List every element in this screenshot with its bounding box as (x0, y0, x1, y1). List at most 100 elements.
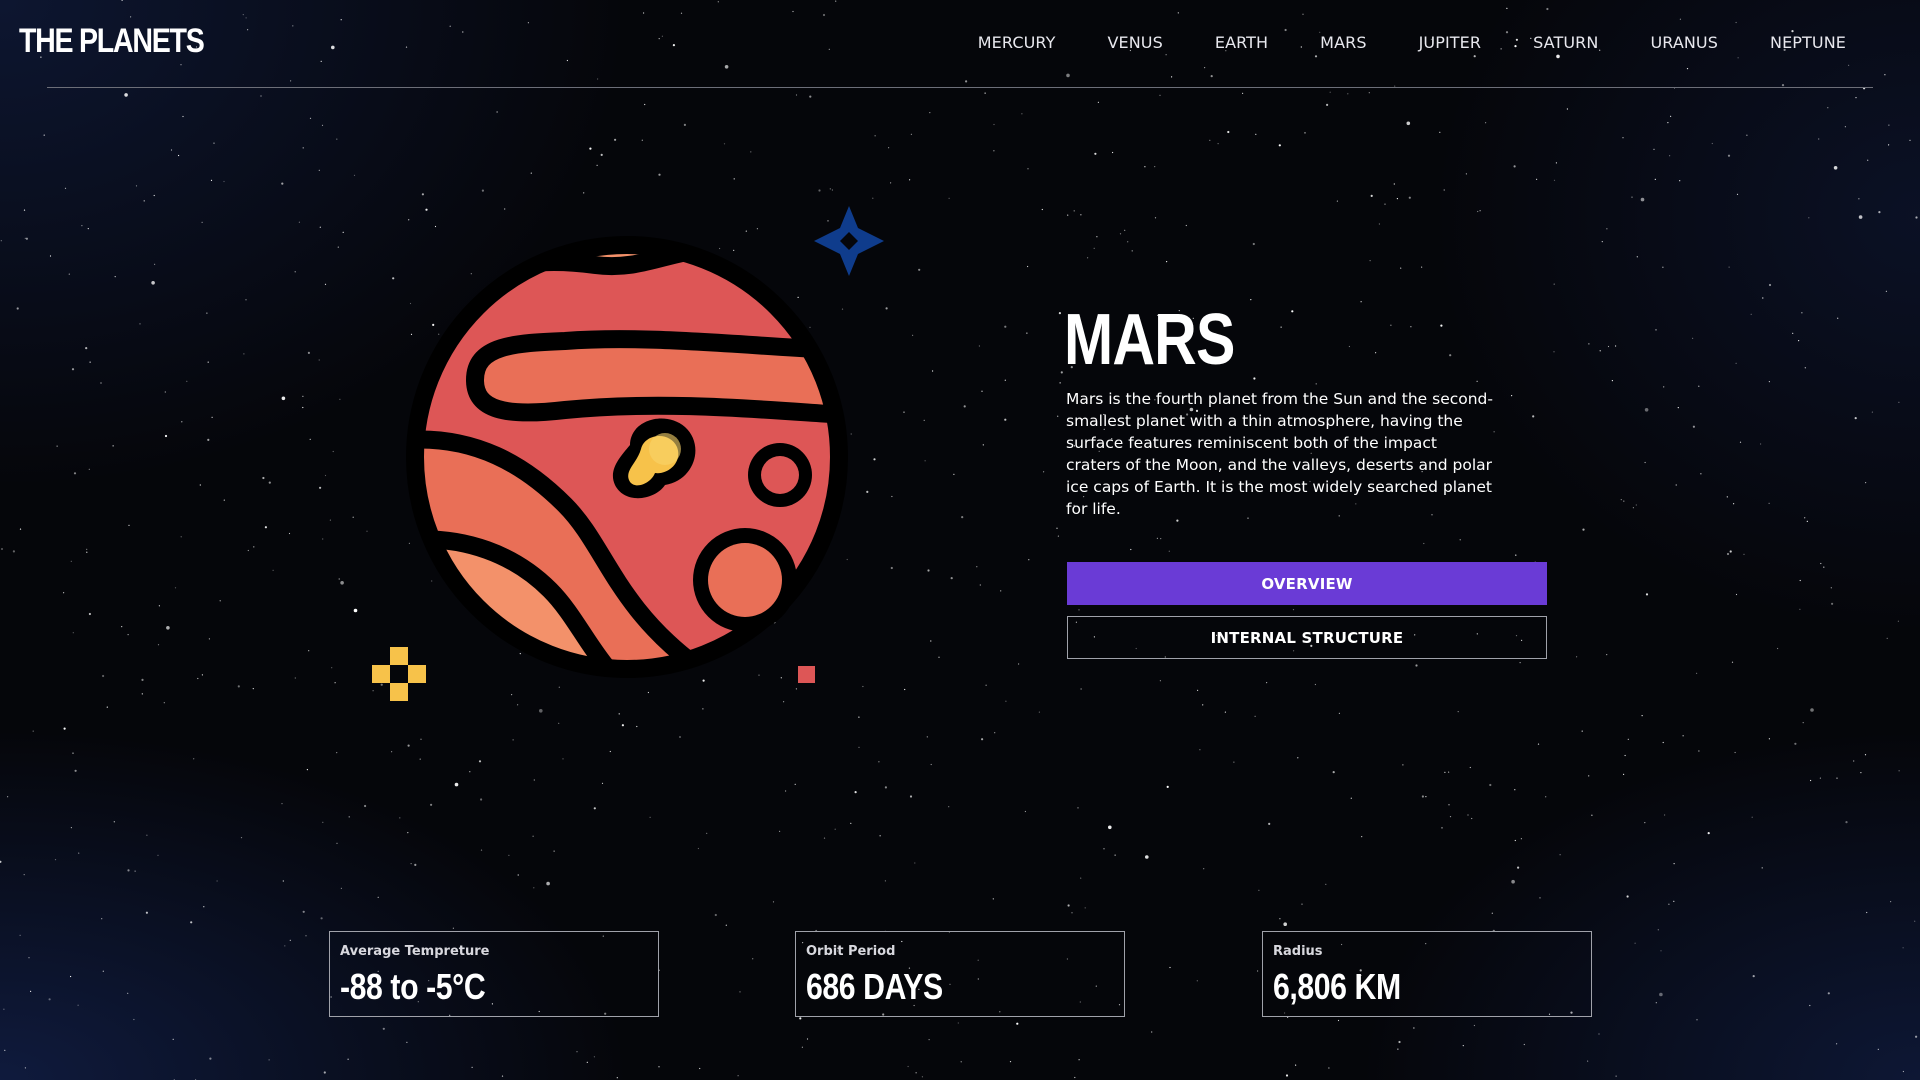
star (984, 92, 986, 94)
star (1073, 210, 1075, 212)
star (1631, 196, 1633, 198)
star (1159, 680, 1161, 682)
star (332, 450, 334, 453)
star (73, 472, 77, 475)
star (558, 722, 560, 724)
star (68, 273, 70, 275)
star (157, 854, 159, 856)
star (127, 634, 129, 636)
site-logo[interactable]: THE PLANETS (19, 22, 205, 61)
star (1853, 760, 1855, 762)
star (1, 548, 3, 550)
star (616, 1077, 618, 1079)
star (809, 95, 812, 98)
star (957, 1022, 959, 1024)
star (1406, 121, 1411, 126)
star (324, 474, 327, 477)
star (1301, 903, 1303, 905)
star (1798, 340, 1800, 342)
star (1423, 542, 1425, 545)
star (89, 361, 91, 363)
star (533, 887, 535, 889)
star (1347, 93, 1349, 95)
nav-item-neptune[interactable]: NEPTUNE (1770, 33, 1846, 52)
star (63, 592, 65, 594)
star (223, 180, 225, 183)
star (1059, 382, 1061, 384)
star (772, 901, 775, 903)
star (364, 804, 367, 808)
nav-item-saturn[interactable]: SATURN (1533, 33, 1598, 52)
star (141, 693, 143, 695)
star (72, 752, 74, 754)
star (831, 189, 834, 191)
star (23, 209, 26, 211)
star (1623, 773, 1625, 776)
star (1635, 504, 1637, 506)
nav-item-mercury[interactable]: MERCURY (978, 33, 1056, 52)
star (219, 600, 221, 602)
header-divider (47, 87, 1873, 88)
star (127, 869, 130, 872)
star (854, 791, 857, 794)
star (1489, 783, 1492, 787)
star (1449, 816, 1452, 818)
star (1898, 401, 1900, 403)
star (1864, 754, 1867, 756)
star (158, 605, 160, 607)
star (823, 837, 826, 839)
internal-structure-tab-button[interactable]: INTERNAL STRUCTURE (1067, 616, 1547, 659)
star (1860, 772, 1862, 774)
star (4, 1049, 6, 1051)
star (48, 998, 51, 1001)
star (1291, 310, 1294, 313)
star (1410, 326, 1412, 328)
star (1698, 750, 1700, 752)
star (164, 391, 166, 393)
star (1606, 654, 1608, 656)
star (12, 550, 15, 553)
star (1804, 367, 1806, 369)
star (801, 1046, 804, 1048)
star (211, 416, 213, 418)
star (1018, 663, 1020, 665)
star (1696, 672, 1698, 674)
star (1159, 94, 1161, 96)
star (1655, 1002, 1657, 1004)
star (1378, 223, 1380, 225)
nav-item-mars[interactable]: MARS (1320, 33, 1366, 52)
star (723, 143, 726, 145)
nav-item-uranus[interactable]: URANUS (1650, 33, 1718, 52)
star (1384, 203, 1386, 205)
star (562, 758, 564, 760)
star (1457, 711, 1459, 713)
star (866, 490, 869, 493)
star (1071, 912, 1073, 914)
star (1641, 715, 1643, 717)
star (1517, 866, 1520, 869)
star (1491, 912, 1493, 914)
star (1582, 528, 1585, 531)
star (338, 578, 340, 580)
sparkle-cross-icon (372, 647, 426, 701)
nav-item-jupiter[interactable]: JUPITER (1419, 33, 1482, 52)
star (1097, 101, 1099, 103)
star (410, 863, 412, 865)
star (829, 188, 831, 190)
star (1028, 559, 1030, 561)
star (785, 790, 787, 792)
star (1559, 854, 1561, 856)
star (1255, 133, 1257, 135)
nav-item-earth[interactable]: EARTH (1215, 33, 1268, 52)
overview-tab-button[interactable]: OVERVIEW (1067, 562, 1547, 605)
star (302, 147, 304, 149)
star (1711, 142, 1713, 145)
star (1877, 1048, 1879, 1050)
nav-item-venus[interactable]: VENUS (1107, 33, 1162, 52)
star (644, 103, 646, 106)
star (25, 237, 28, 240)
star (982, 444, 984, 446)
star (182, 115, 184, 118)
star (1074, 1076, 1076, 1079)
star (1368, 92, 1370, 94)
